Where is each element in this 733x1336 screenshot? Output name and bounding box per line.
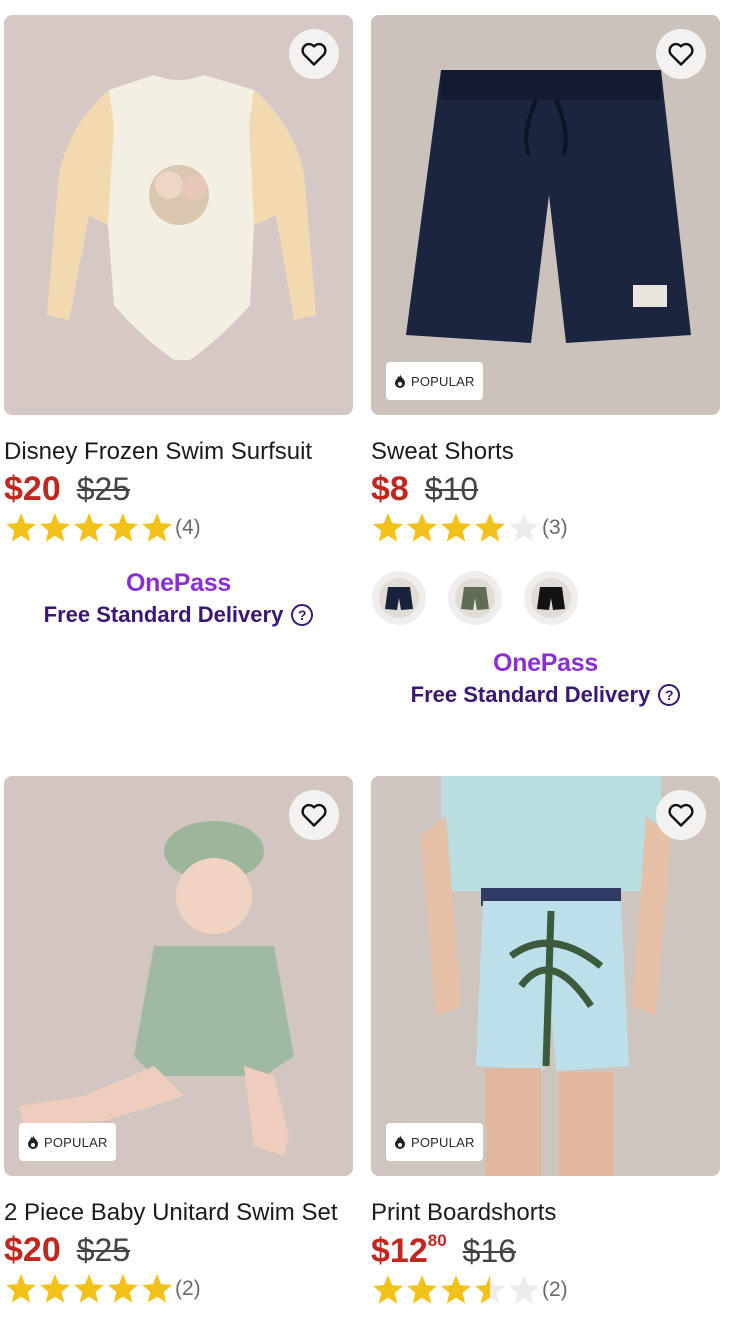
rating: (2) — [371, 1273, 720, 1307]
flame-icon — [395, 374, 405, 388]
rating: (4) — [4, 511, 353, 545]
question-circle-icon[interactable]: ? — [658, 684, 681, 706]
onepass-logo: OnePass — [493, 649, 598, 677]
onepass-logo: OnePass — [126, 569, 231, 597]
star-icon — [509, 513, 539, 542]
sale-price-value: $12 — [371, 1232, 428, 1270]
heart-outline-icon — [301, 803, 327, 827]
popular-badge-text: POPULAR — [411, 1134, 475, 1150]
heart-outline-icon — [301, 42, 327, 66]
free-delivery-label: Free Standard Delivery ? — [371, 682, 720, 708]
color-swatch-black[interactable] — [524, 571, 578, 625]
product-card[interactable]: Disney Frozen Swim Surfsuit $20 $25 (4) … — [4, 15, 353, 628]
question-circle-icon[interactable]: ? — [291, 604, 314, 626]
star-icon — [441, 513, 471, 542]
heart-outline-icon — [668, 803, 694, 827]
shorts-thumbnail — [531, 578, 571, 618]
product-card[interactable]: POPULAR Print Boardshorts $1280 $16 (2) — [371, 776, 720, 1307]
price-block: $8 $10 — [371, 470, 720, 509]
heart-outline-icon — [668, 42, 694, 66]
original-price: $25 — [76, 471, 131, 507]
star-icon — [475, 1275, 505, 1304]
star-icon — [407, 1275, 437, 1304]
star-icon — [6, 1274, 36, 1303]
flame-icon — [395, 1135, 405, 1149]
star-icon — [407, 513, 437, 542]
star-rating — [4, 511, 174, 545]
star-icon — [509, 1275, 539, 1304]
review-count: (4) — [175, 516, 201, 539]
free-delivery-text: Free Standard Delivery — [43, 602, 284, 627]
star-rating — [371, 511, 541, 545]
sale-price-value: $8 — [371, 470, 409, 508]
wishlist-button[interactable] — [656, 790, 706, 840]
star-icon — [40, 1274, 70, 1303]
star-rating — [4, 1272, 174, 1306]
sale-price: $1280 — [371, 1231, 447, 1271]
sale-price: $20 — [4, 470, 61, 509]
popular-badge-text: POPULAR — [411, 373, 475, 389]
star-icon — [142, 1274, 172, 1303]
sale-price-value: $20 — [4, 1231, 61, 1269]
price-block: $20 $25 — [4, 1231, 353, 1270]
star-icon — [441, 1275, 471, 1304]
star-icon — [108, 513, 138, 542]
star-rating — [371, 1273, 541, 1307]
popular-badge: POPULAR — [19, 1123, 116, 1161]
star-icon — [108, 1274, 138, 1303]
sale-price: $20 — [4, 1231, 61, 1270]
flame-icon — [28, 1135, 38, 1149]
star-icon — [373, 1275, 403, 1304]
popular-badge: POPULAR — [386, 362, 483, 400]
original-price: $10 — [424, 471, 479, 507]
product-title[interactable]: 2 Piece Baby Unitard Swim Set — [4, 1198, 353, 1227]
sale-price: $8 — [371, 470, 409, 509]
star-icon — [373, 513, 403, 542]
review-count: (2) — [175, 1277, 201, 1300]
free-delivery-text: Free Standard Delivery — [410, 682, 651, 707]
original-price: $25 — [76, 1232, 131, 1268]
rating: (2) — [4, 1272, 353, 1306]
free-delivery-label: Free Standard Delivery ? — [4, 602, 353, 628]
product-image[interactable]: POPULAR — [371, 776, 720, 1176]
price-block: $1280 $16 — [371, 1231, 720, 1271]
star-icon — [6, 513, 36, 542]
price-block: $20 $25 — [4, 470, 353, 509]
product-card[interactable]: POPULAR Sweat Shorts $8 $10 (3) OnePass … — [371, 15, 720, 708]
review-count: (3) — [542, 516, 568, 539]
star-icon — [40, 513, 70, 542]
shorts-thumbnail — [379, 578, 419, 618]
sale-price-value: $20 — [4, 470, 61, 508]
color-swatches — [372, 571, 720, 625]
product-title[interactable]: Sweat Shorts — [371, 437, 720, 466]
color-swatch-navy[interactable] — [372, 571, 426, 625]
product-title[interactable]: Print Boardshorts — [371, 1198, 720, 1227]
star-icon — [142, 513, 172, 542]
star-icon — [74, 1274, 104, 1303]
rating: (3) — [371, 511, 720, 545]
star-icon — [74, 513, 104, 542]
product-title[interactable]: Disney Frozen Swim Surfsuit — [4, 437, 353, 466]
product-image[interactable]: POPULAR — [4, 776, 353, 1176]
product-image[interactable] — [4, 15, 353, 415]
wishlist-button[interactable] — [289, 790, 339, 840]
product-card[interactable]: POPULAR 2 Piece Baby Unitard Swim Set $2… — [4, 776, 353, 1306]
onepass-promo: OnePass Free Standard Delivery ? — [371, 649, 720, 708]
shorts-thumbnail — [455, 578, 495, 618]
popular-badge-text: POPULAR — [44, 1134, 108, 1150]
sale-price-cents: 80 — [427, 1231, 447, 1250]
wishlist-button[interactable] — [289, 29, 339, 79]
popular-badge: POPULAR — [386, 1123, 483, 1161]
product-image[interactable]: POPULAR — [371, 15, 720, 415]
review-count: (2) — [542, 1278, 568, 1301]
color-swatch-green[interactable] — [448, 571, 502, 625]
star-icon — [475, 513, 505, 542]
original-price: $16 — [462, 1233, 517, 1269]
wishlist-button[interactable] — [656, 29, 706, 79]
onepass-promo: OnePass Free Standard Delivery ? — [4, 569, 353, 628]
